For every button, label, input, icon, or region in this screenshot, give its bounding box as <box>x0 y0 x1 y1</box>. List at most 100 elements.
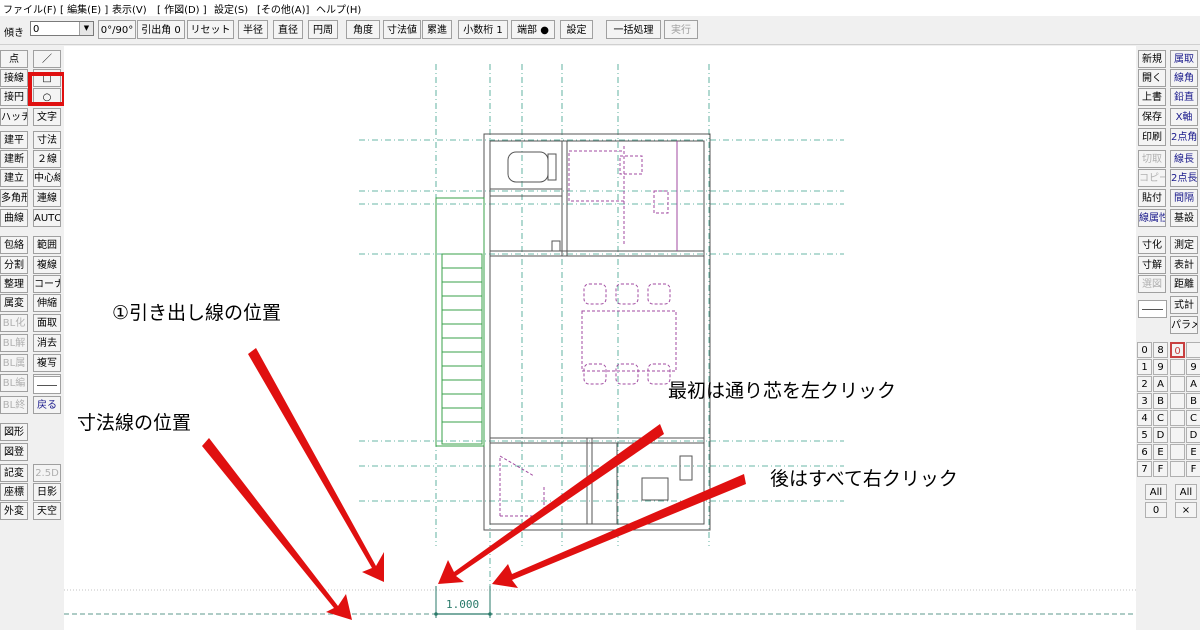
tool-dimension[interactable]: 寸法 <box>33 131 61 149</box>
tool-range[interactable]: 範囲 <box>33 236 61 254</box>
tool-block-make[interactable]: BL化 <box>0 314 28 332</box>
tool-dim-make[interactable]: 寸化 <box>1138 236 1166 254</box>
tool-distance[interactable]: 距離 <box>1170 275 1198 293</box>
close-icon[interactable]: × <box>1175 502 1197 518</box>
drawing-canvas[interactable]: 1.000 ①引き出し線の位置 寸法線の位置 最初は通り芯を左クリック 後はすべ… <box>64 46 1136 630</box>
tool-offset[interactable]: 複線 <box>33 256 61 274</box>
line-type-swatch[interactable] <box>33 376 61 394</box>
tool-envelope[interactable]: 包絡 <box>0 236 28 254</box>
tool-figure[interactable]: 図形 <box>0 423 28 441</box>
layer-group-6[interactable]: 6 <box>1137 444 1152 460</box>
tool-basic-settings[interactable]: 基設 <box>1170 209 1198 227</box>
layer-1[interactable] <box>1170 359 1185 375</box>
tool-shadow[interactable]: 日影 <box>33 483 61 501</box>
tool-arch-elevation[interactable]: 建立 <box>0 169 28 187</box>
layer-a[interactable]: A <box>1186 376 1200 392</box>
tool-2point-length[interactable]: 2点長 <box>1170 169 1198 187</box>
tool-point[interactable]: 点 <box>0 50 28 68</box>
layer-group-a[interactable]: A <box>1153 376 1168 392</box>
tool-measure[interactable]: 測定 <box>1170 236 1198 254</box>
layer-4[interactable] <box>1170 410 1185 426</box>
layer-group-all-button[interactable]: All <box>1145 484 1167 500</box>
layer-all-button[interactable]: All <box>1175 484 1197 500</box>
layer-c[interactable]: C <box>1186 410 1200 426</box>
tool-erase[interactable]: 消去 <box>33 334 61 352</box>
tool-tangent[interactable]: 接線 <box>0 69 28 87</box>
settings-button[interactable]: 設定 <box>560 20 593 39</box>
tool-hatch[interactable]: ハッチ <box>0 108 28 126</box>
batch-process-button[interactable]: 一括処理 <box>606 20 661 39</box>
layer-3[interactable] <box>1170 393 1185 409</box>
tool-block-explode[interactable]: BL解 <box>0 334 28 352</box>
tool-2point-angle[interactable]: 2点角 <box>1170 128 1198 146</box>
tool-block-attr[interactable]: BL属 <box>0 354 28 372</box>
layer-group-7[interactable]: 7 <box>1137 461 1152 477</box>
layer-5[interactable] <box>1170 427 1185 443</box>
tool-block-edit[interactable]: BL編 <box>0 374 28 392</box>
tool-coordinates[interactable]: 座標 <box>0 483 28 501</box>
decimal-places-button[interactable]: 小数桁 1 <box>458 20 508 39</box>
tool-copy-clip[interactable]: コピー <box>1138 169 1166 187</box>
dimension-value-button[interactable]: 寸法値 <box>383 20 421 39</box>
layer-group-c[interactable]: C <box>1153 410 1168 426</box>
tool-dim-explode[interactable]: 寸解 <box>1138 256 1166 274</box>
tool-auto[interactable]: AUTO <box>33 209 61 227</box>
layer-group-5[interactable]: 5 <box>1137 427 1152 443</box>
tool-line-length[interactable]: 線長 <box>1170 150 1198 168</box>
tool-open[interactable]: 開く <box>1138 69 1166 87</box>
tool-parametric[interactable]: パラメ <box>1170 316 1198 334</box>
tool-table-calc[interactable]: 表計 <box>1170 256 1198 274</box>
right-line-swatch[interactable] <box>1138 300 1167 318</box>
layer-d[interactable]: D <box>1186 427 1200 443</box>
tool-undo[interactable]: 戻る <box>33 396 61 414</box>
tool-line-attr[interactable]: 線属性 <box>1138 209 1166 227</box>
layer-group-4[interactable]: 4 <box>1137 410 1152 426</box>
menu-other[interactable]: [その他(A)] <box>257 1 309 16</box>
menu-help[interactable]: ヘルプ(H) <box>316 1 361 16</box>
tool-overwrite[interactable]: 上書 <box>1138 88 1166 106</box>
circumference-button[interactable]: 円周 <box>308 20 338 39</box>
tool-arch-plan[interactable]: 建平 <box>0 131 28 149</box>
layer-group-0[interactable]: 0 <box>1137 342 1152 358</box>
tool-paste[interactable]: 貼付 <box>1138 189 1166 207</box>
tool-line-angle[interactable]: 線角 <box>1170 69 1198 87</box>
tool-line[interactable]: ／ <box>33 50 61 68</box>
layer-9[interactable]: 9 <box>1186 359 1200 375</box>
layer-group-d[interactable]: D <box>1153 427 1168 443</box>
tool-center-line[interactable]: 中心線 <box>33 169 61 187</box>
tool-cleanup[interactable]: 整理 <box>0 275 28 293</box>
leader-angle-button[interactable]: 引出角 0 <box>137 20 185 39</box>
angle-button[interactable]: 角度 <box>346 20 380 39</box>
layer-e[interactable]: E <box>1186 444 1200 460</box>
layer-2[interactable] <box>1170 376 1185 392</box>
layer-group-3[interactable]: 3 <box>1137 393 1152 409</box>
tool-get-attr[interactable]: 属取 <box>1170 50 1198 68</box>
layer-group-b[interactable]: B <box>1153 393 1168 409</box>
tool-chamfer[interactable]: 面取 <box>33 314 61 332</box>
layer-group-2[interactable]: 2 <box>1137 376 1152 392</box>
tool-arch-section[interactable]: 建断 <box>0 150 28 168</box>
cumulative-button[interactable]: 累進 <box>422 20 452 39</box>
tool-vertical[interactable]: 鉛直 <box>1170 88 1198 106</box>
layer-6[interactable] <box>1170 444 1185 460</box>
layer-b[interactable]: B <box>1186 393 1200 409</box>
tool-external-change[interactable]: 外変 <box>0 502 28 520</box>
tool-tangent-circle[interactable]: 接円 <box>0 88 28 106</box>
tool-stretch[interactable]: 伸縮 <box>33 294 61 312</box>
layer-group-e[interactable]: E <box>1153 444 1168 460</box>
layer-cell[interactable] <box>1186 342 1200 358</box>
diameter-button[interactable]: 直径 <box>273 20 303 39</box>
tool-select-figure[interactable]: 選図 <box>1138 275 1166 293</box>
layer-f[interactable]: F <box>1186 461 1200 477</box>
layer-7[interactable] <box>1170 461 1185 477</box>
radius-button[interactable]: 半径 <box>238 20 268 39</box>
tool-2-5d[interactable]: 2.5D <box>33 464 61 482</box>
layer-group-8[interactable]: 8 <box>1153 342 1168 358</box>
tool-double-line[interactable]: ２線 <box>33 150 61 168</box>
tool-copy[interactable]: 複写 <box>33 354 61 372</box>
layer-group-zero-button[interactable]: 0 <box>1145 502 1167 518</box>
tool-text[interactable]: 文字 <box>33 108 61 126</box>
tool-cut[interactable]: 切取 <box>1138 150 1166 168</box>
layer-group-1[interactable]: 1 <box>1137 359 1152 375</box>
layer-group-f[interactable]: F <box>1153 461 1168 477</box>
